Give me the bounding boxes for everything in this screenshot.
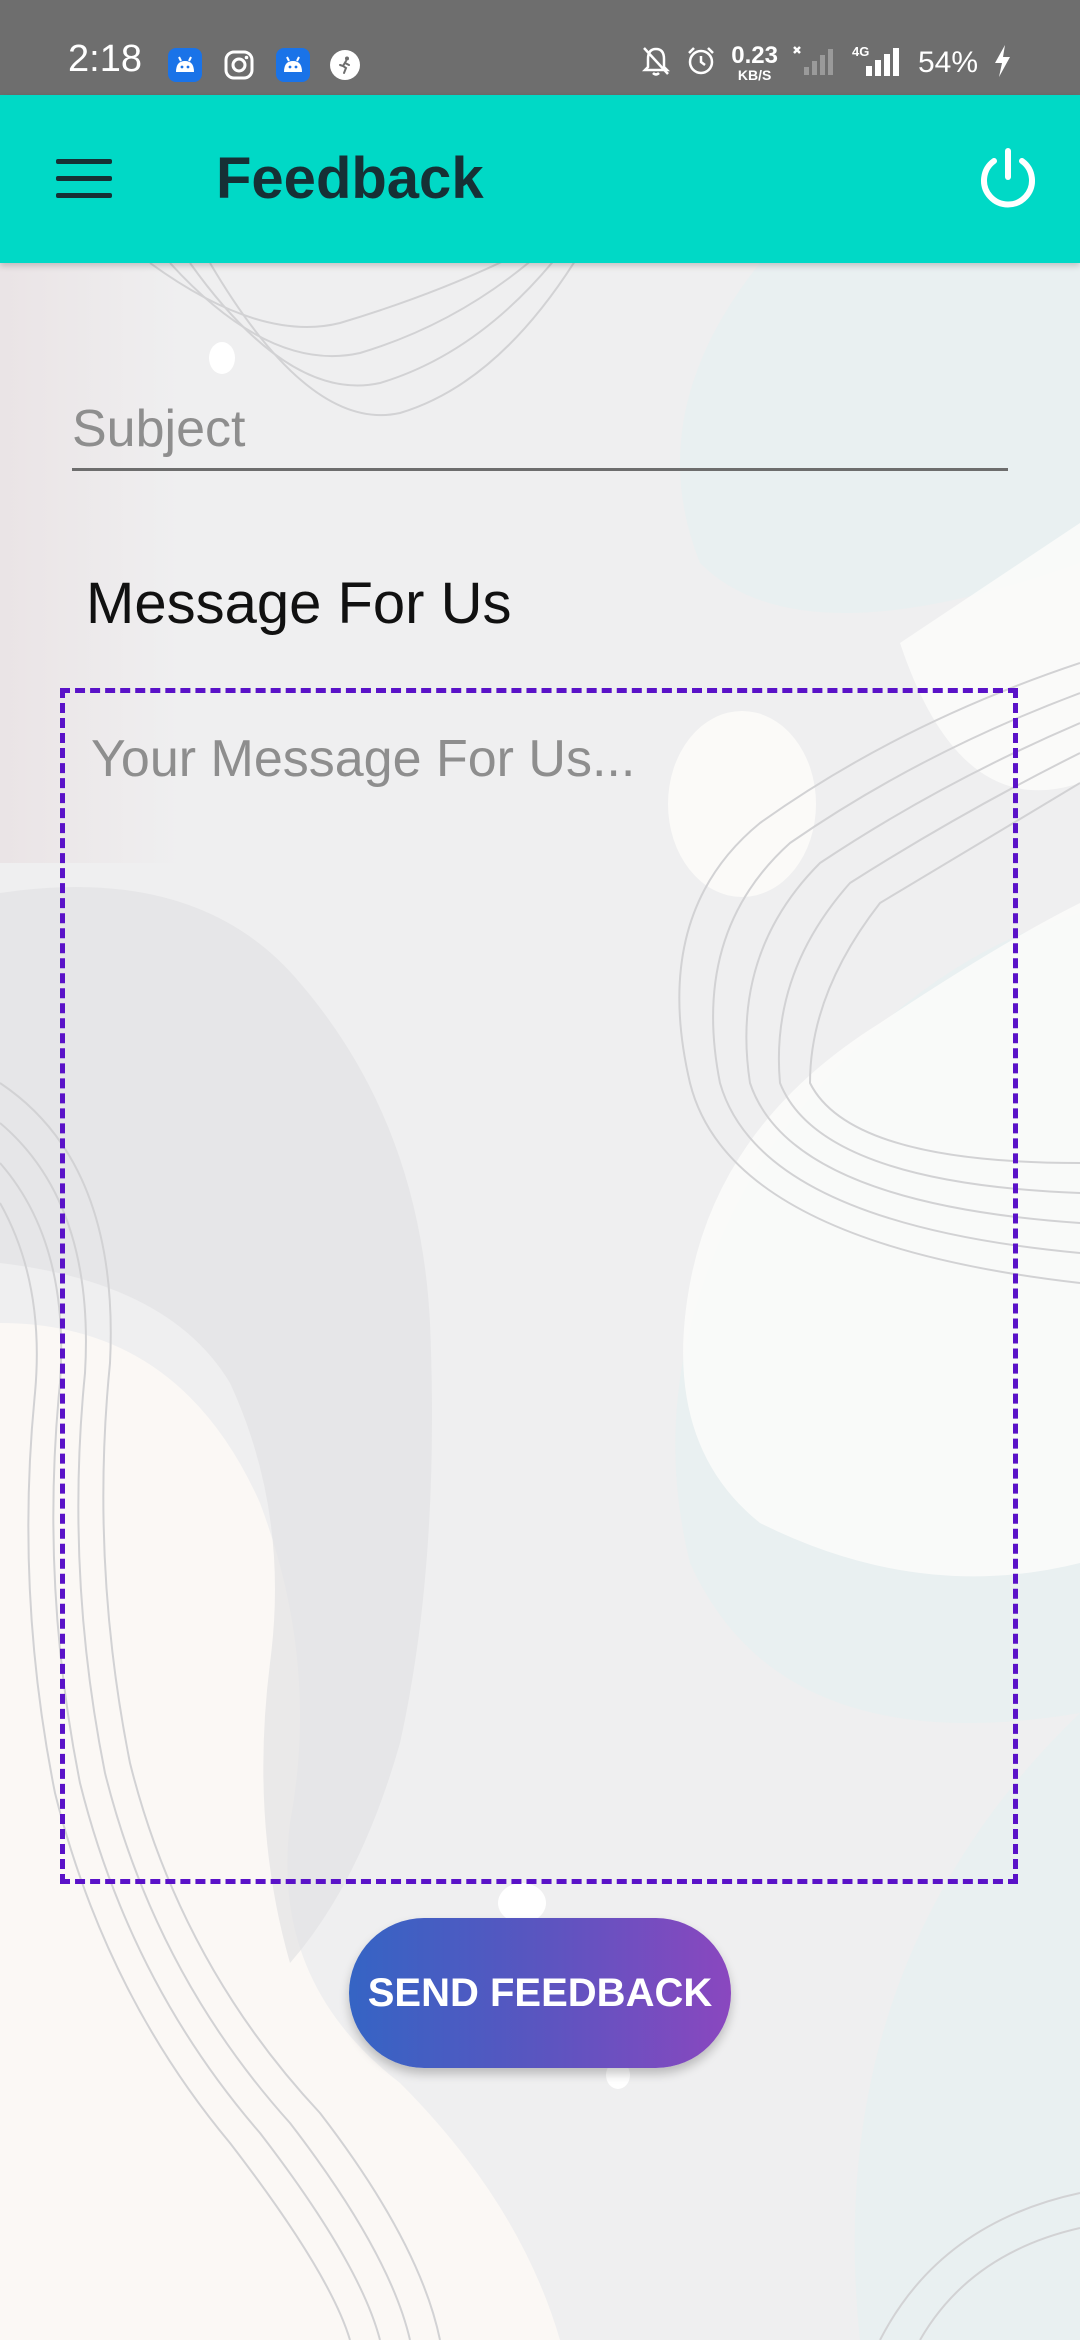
signal-x-icon — [792, 45, 836, 81]
message-input[interactable] — [65, 693, 1013, 1879]
network-speed-value: 0.23 — [731, 42, 778, 69]
status-time: 2:18 — [68, 38, 142, 80]
send-feedback-button[interactable]: SEND FEEDBACK — [349, 1918, 731, 2068]
android-icon — [168, 48, 202, 82]
notification-icons — [168, 48, 360, 82]
svg-text:4G: 4G — [852, 44, 869, 59]
system-status: 0.23 KB/S 4G 54% — [641, 44, 1012, 82]
network-speed: 0.23 KB/S — [731, 42, 778, 83]
app-bar: Feedback — [0, 95, 1080, 263]
android-icon — [276, 48, 310, 82]
alarm-icon — [685, 45, 717, 81]
network-speed-unit: KB/S — [737, 67, 772, 83]
hamburger-menu-icon[interactable] — [50, 153, 120, 205]
power-icon[interactable] — [974, 145, 1042, 213]
subject-input[interactable] — [72, 390, 1008, 468]
bell-off-icon — [641, 45, 671, 81]
message-box[interactable] — [60, 688, 1018, 1884]
instagram-icon — [222, 48, 256, 82]
message-label: Message For Us — [86, 571, 512, 636]
battery-level: 54% — [917, 46, 978, 79]
running-icon — [330, 50, 360, 80]
charging-icon — [992, 44, 1012, 82]
status-bar: 2:18 0.23 KB/S 4G 54% — [0, 0, 1080, 95]
page-title: Feedback — [216, 146, 484, 211]
signal-4g-icon: 4G — [850, 44, 904, 82]
subject-field[interactable] — [72, 390, 1008, 471]
